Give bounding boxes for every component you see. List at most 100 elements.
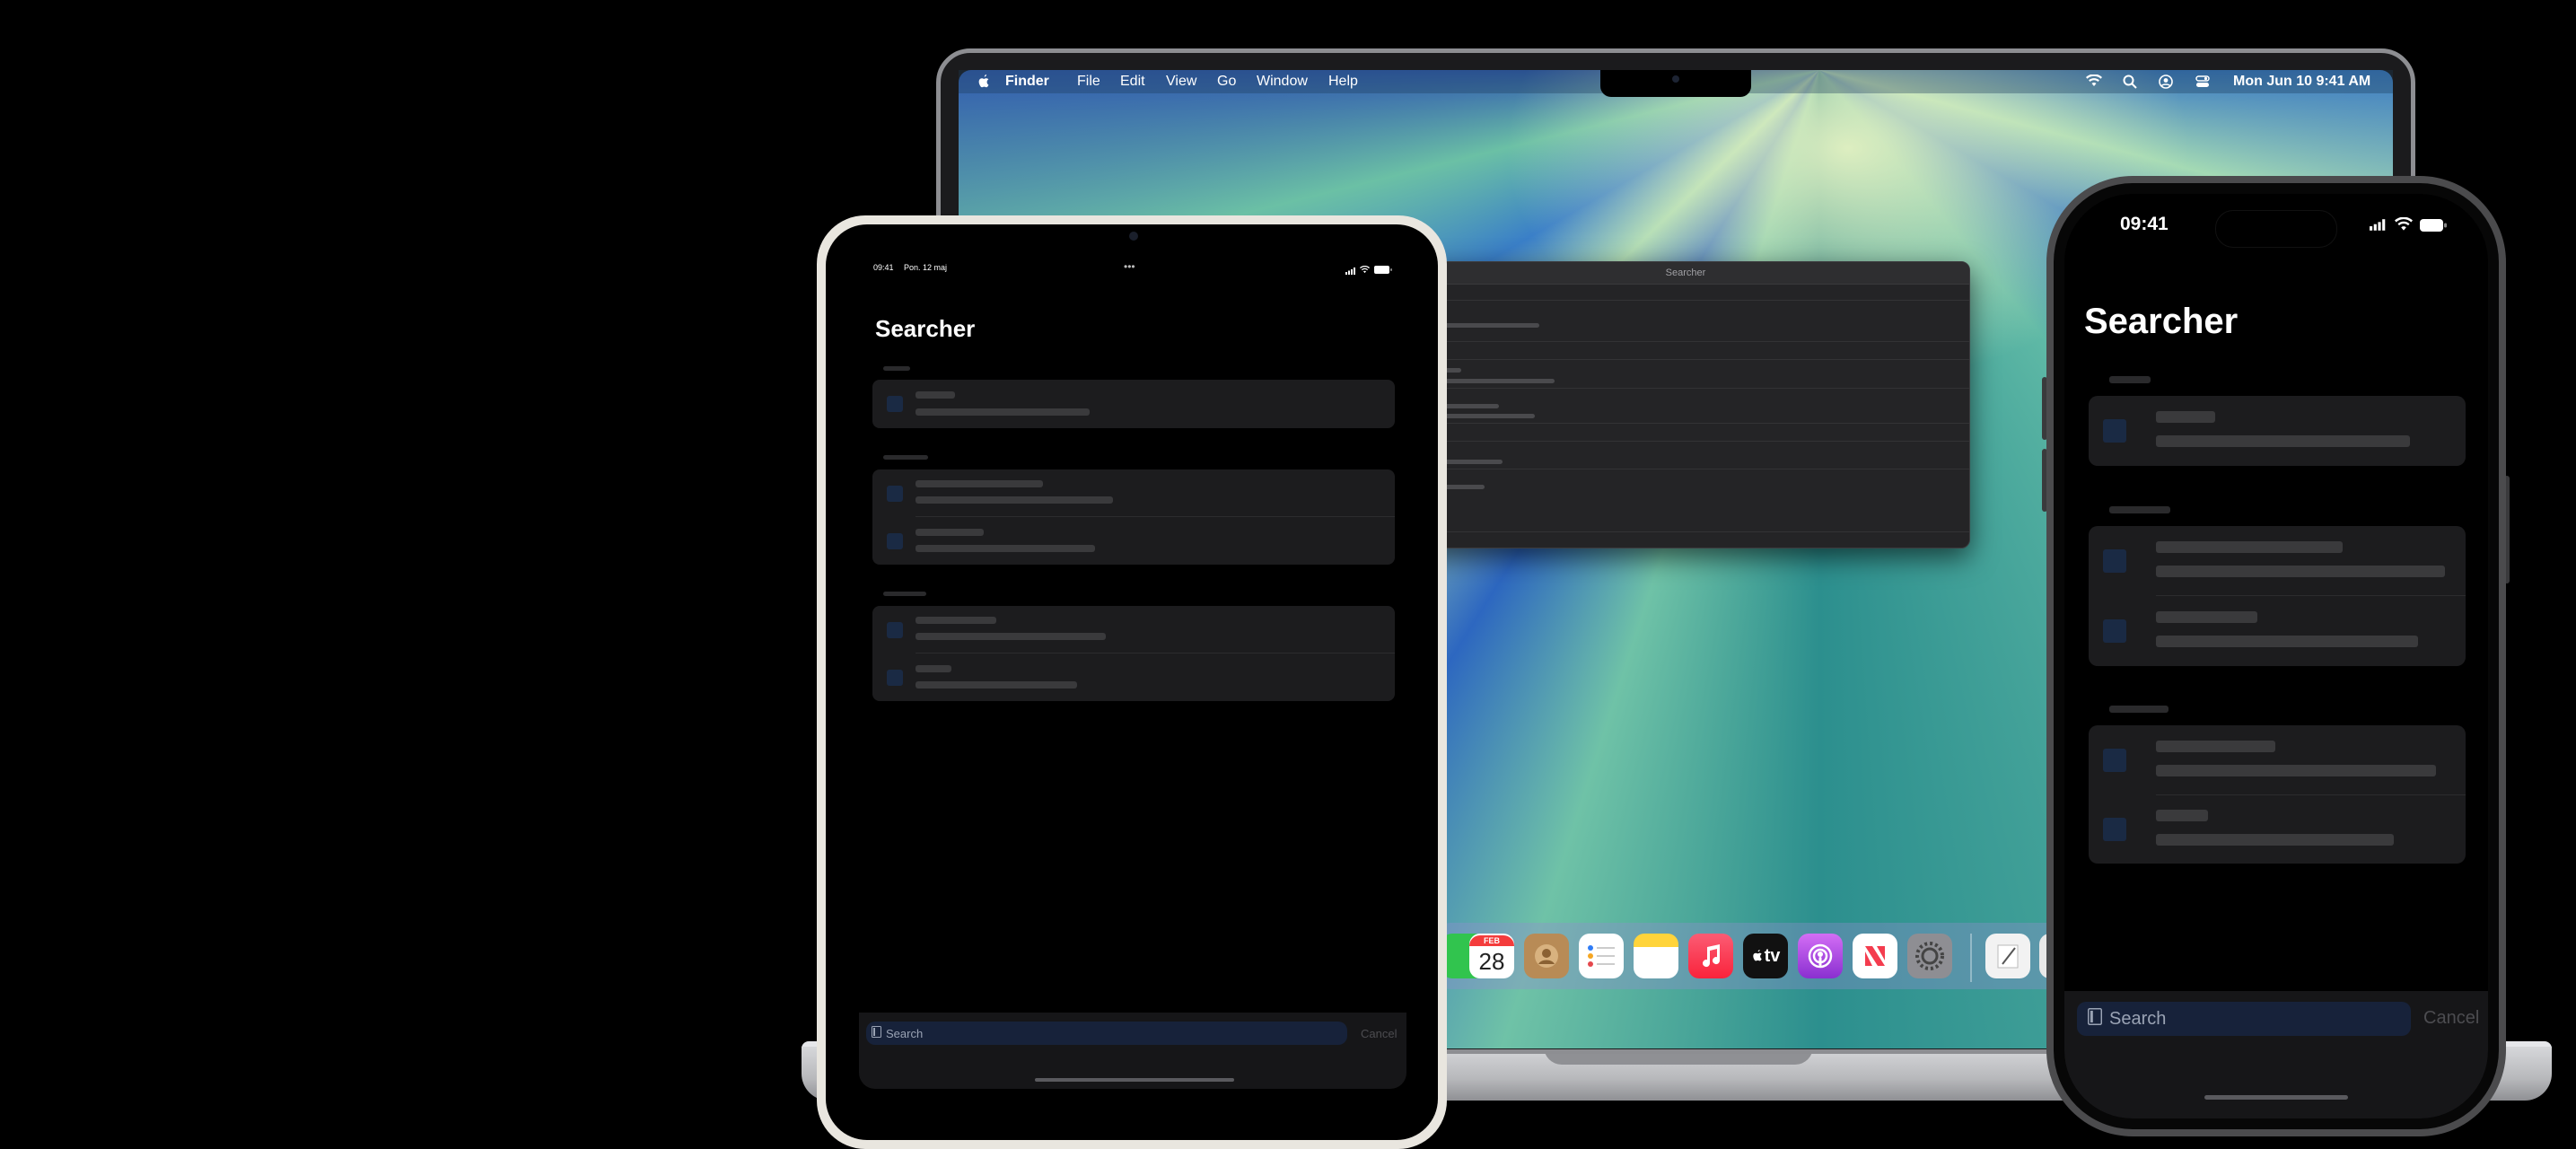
macbook-notch <box>1600 70 1751 97</box>
ipad-status-time: 09:41 <box>873 263 894 272</box>
ipad-page-title: Searcher <box>875 315 976 342</box>
control-center-icon[interactable] <box>2195 75 2210 93</box>
calendar-day: 28 <box>1478 948 1505 975</box>
wifi-icon[interactable] <box>2086 74 2102 92</box>
ipad-status-date: Pon. 12 maj <box>904 263 948 272</box>
system-settings-icon[interactable] <box>1907 934 1952 978</box>
row-icon <box>2103 619 2126 643</box>
row-icon <box>887 396 903 412</box>
iphone-battery-icon <box>2420 219 2447 236</box>
menu-bar-clock[interactable]: Mon Jun 10 9:41 AM <box>2233 74 2370 90</box>
row-subtitle-placeholder <box>916 633 1106 640</box>
ipad-cancel-button[interactable]: Cancel <box>1361 1027 1397 1040</box>
menu-view[interactable]: View <box>1166 74 1196 90</box>
dynamic-island <box>2215 210 2337 248</box>
row-title-placeholder <box>916 391 955 399</box>
apple-menu-icon[interactable] <box>977 74 991 94</box>
row-title-placeholder <box>2156 541 2343 553</box>
text-edit-icon[interactable] <box>1985 934 2030 978</box>
row-title-placeholder <box>2156 611 2257 623</box>
spotlight-search-icon[interactable] <box>2123 75 2137 93</box>
menu-help[interactable]: Help <box>1328 74 1358 90</box>
apple-tv-label: tv <box>1764 945 1781 966</box>
list-section <box>2089 725 2466 864</box>
row-icon <box>887 622 903 638</box>
row-title-placeholder <box>916 480 1043 487</box>
row-icon <box>2103 818 2126 841</box>
list-separator <box>1402 359 1969 360</box>
list-separator <box>1402 423 1969 424</box>
iphone-cancel-button[interactable]: Cancel <box>2423 1008 2479 1029</box>
row-title-placeholder <box>916 617 996 624</box>
menu-edit[interactable]: Edit <box>1120 74 1145 90</box>
iphone-signal-icon <box>2370 219 2389 235</box>
row-subtitle-placeholder <box>916 681 1077 689</box>
ipad-search-field[interactable]: Search <box>866 1022 1347 1045</box>
row-title-placeholder <box>2156 411 2215 423</box>
list-section <box>872 469 1395 565</box>
row-title-placeholder <box>916 665 951 672</box>
iphone-status-time: 09:41 <box>2120 214 2169 234</box>
row-subtitle-placeholder <box>2156 566 2445 577</box>
iphone-search-field[interactable]: Search <box>2077 1002 2411 1036</box>
menu-window[interactable]: Window <box>1257 74 1308 90</box>
list-section <box>2089 396 2466 466</box>
row-title-placeholder <box>2156 741 2275 752</box>
row-icon <box>2103 419 2126 443</box>
list-section <box>872 380 1395 428</box>
row-subtitle-placeholder <box>916 408 1090 416</box>
row-icon <box>887 670 903 686</box>
row-separator <box>916 516 1395 517</box>
notes-icon[interactable] <box>1634 934 1678 978</box>
menu-file[interactable]: File <box>1077 74 1100 90</box>
row-subtitle-placeholder <box>2156 765 2436 776</box>
section-header-placeholder <box>883 366 910 371</box>
iphone-wifi-icon <box>2395 216 2413 236</box>
ipad-home-indicator[interactable] <box>1035 1078 1234 1082</box>
list-separator <box>1402 441 1969 442</box>
list-separator <box>1402 341 1969 342</box>
row-subtitle-placeholder <box>916 496 1113 504</box>
music-icon[interactable] <box>1688 934 1733 978</box>
calendar-month: FEB <box>1469 935 1514 946</box>
list-section <box>872 606 1395 701</box>
section-header-placeholder <box>883 455 928 460</box>
contacts-icon[interactable] <box>1524 934 1569 978</box>
row-icon <box>887 533 903 549</box>
calendar-icon[interactable]: FEB 28 <box>1469 934 1514 978</box>
news-icon[interactable] <box>1853 934 1897 978</box>
ipad-wifi-icon <box>1360 262 1370 278</box>
section-header-placeholder <box>2109 376 2151 383</box>
book-icon <box>872 1026 881 1040</box>
user-account-icon[interactable] <box>2159 75 2173 93</box>
iphone-page-title: Searcher <box>2084 302 2239 341</box>
section-header-placeholder <box>883 592 926 596</box>
list-separator <box>1402 388 1969 389</box>
podcasts-icon[interactable] <box>1798 934 1843 978</box>
iphone-home-indicator[interactable] <box>2204 1095 2348 1100</box>
row-subtitle-placeholder <box>2156 636 2418 647</box>
macbook-camera-icon <box>1672 75 1679 83</box>
ipad-camera-icon <box>1129 232 1138 241</box>
row-subtitle-placeholder <box>2156 435 2410 447</box>
row-title-placeholder <box>2156 810 2208 821</box>
ipad-battery-icon <box>1374 262 1392 278</box>
row-icon <box>2103 549 2126 573</box>
row-title-placeholder <box>916 529 984 536</box>
reminders-icon[interactable] <box>1579 934 1624 978</box>
list-separator <box>1402 531 1969 532</box>
menu-go[interactable]: Go <box>1217 74 1236 90</box>
row-separator <box>2156 595 2466 596</box>
section-header-placeholder <box>2109 506 2170 513</box>
row-icon <box>887 486 903 502</box>
iphone-search-placeholder: Search <box>2109 1008 2167 1029</box>
ipad-screen: 09:41 Pon. 12 maj ••• Searcher Search Ca… <box>859 254 1406 1089</box>
apple-tv-icon[interactable]: tv <box>1743 934 1788 978</box>
list-section <box>2089 526 2466 666</box>
mac-searcher-window[interactable]: Searcher <box>1401 261 1970 548</box>
list-separator <box>1402 300 1969 301</box>
row-subtitle-placeholder <box>916 545 1095 552</box>
iphone-screen: 09:41 Searcher Search Cancel <box>2064 194 2488 1118</box>
multitasking-dots-icon[interactable]: ••• <box>1124 260 1135 273</box>
menu-finder[interactable]: Finder <box>1005 74 1049 90</box>
